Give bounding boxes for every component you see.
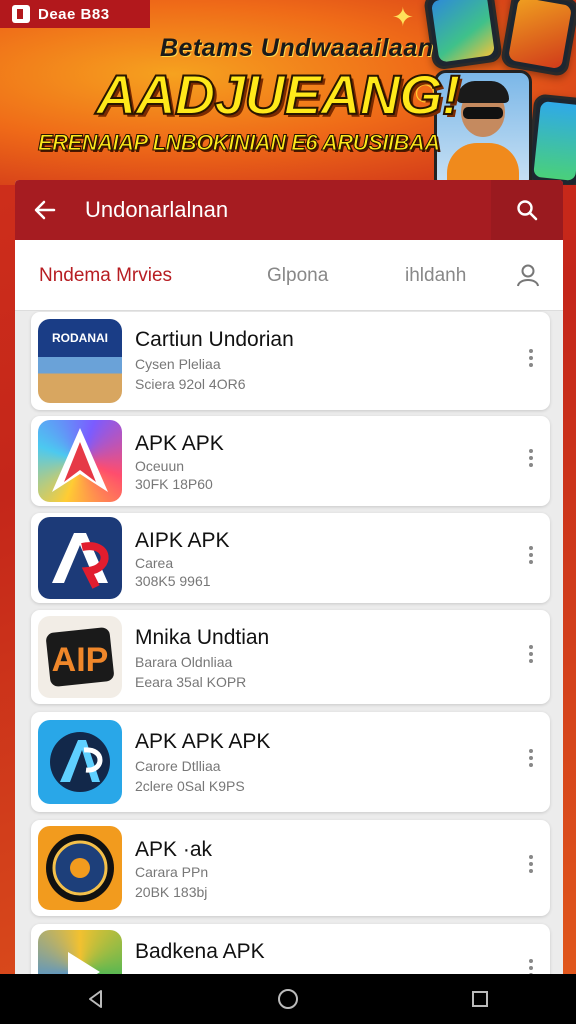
list-item[interactable]: APK ·ak Carara PPn 20BK 183bj: [31, 820, 550, 916]
app-meta: 308K5 9961: [135, 573, 211, 589]
phone-illustration: [525, 93, 576, 185]
more-options-icon[interactable]: [522, 543, 540, 573]
nav-back-button[interactable]: [71, 974, 121, 1024]
search-icon: [517, 200, 538, 221]
banner-headline: AADJUEANG!: [95, 62, 461, 127]
app-meta: Carara PPn: [135, 864, 209, 880]
more-options-icon[interactable]: [522, 346, 540, 376]
app-meta: 20BK 183bj: [135, 884, 208, 900]
app-name: Badkena APK: [135, 940, 265, 963]
app-meta: Carore Dtlliaa: [135, 758, 221, 774]
list-item[interactable]: AIP Mnika Undtian Barara Oldnliaa Eeara …: [31, 610, 550, 704]
app-logo-icon: [12, 5, 30, 23]
app-icon-text: AIP: [52, 641, 109, 679]
square-recents-icon: [472, 991, 488, 1007]
app-icon: [38, 720, 122, 804]
app-meta: Oceuun: [135, 458, 185, 474]
list-item[interactable]: AIPK APK Carea 308K5 9961: [31, 513, 550, 603]
app-name: Mnika Undtian: [135, 626, 270, 649]
banner-subtitle: Betams Undwaaailaan: [160, 34, 434, 62]
back-button[interactable]: [15, 180, 75, 240]
app-meta: Cysen Pleliaa: [135, 356, 221, 372]
app-window: Undonarlalnan Nndema Mrvies Glpona ihlda…: [15, 180, 563, 980]
app-meta: 2clere 0Sal K9PS: [135, 778, 245, 794]
triangle-back-icon: [89, 990, 102, 1008]
list-item[interactable]: APK APK APK Carore Dtlliaa 2clere 0Sal K…: [31, 712, 550, 812]
system-navigation-bar: [0, 974, 576, 1024]
list-item[interactable]: RODANAI Cartiun Undorian Cysen Pleliaa S…: [31, 312, 550, 410]
page-title: Undonarlalnan: [85, 197, 229, 222]
more-options-icon[interactable]: [522, 852, 540, 882]
list-item[interactable]: APK APK Oceuun 30FK 18P60: [31, 416, 550, 506]
app-meta: Barara Oldnliaa: [135, 654, 233, 670]
phone-illustration: [423, 0, 503, 71]
app-name: APK APK: [135, 432, 224, 455]
app-name: APK APK APK: [135, 730, 271, 753]
status-text: Deae B83: [38, 5, 110, 23]
profile-icon[interactable]: [515, 262, 541, 288]
app-icon: [38, 517, 122, 599]
app-bar: Undonarlalnan: [15, 180, 563, 240]
tab-third[interactable]: ihldanh: [405, 265, 466, 287]
app-icon-text: RODANAI: [52, 331, 108, 345]
search-button[interactable]: [491, 180, 563, 240]
tab-bar: Nndema Mrvies Glpona ihldanh: [15, 240, 563, 311]
app-icon: [38, 420, 122, 502]
nav-recents-button[interactable]: [455, 974, 505, 1024]
app-meta: 30FK 18P60: [135, 476, 213, 492]
app-meta: Eeara 35al KOPR: [135, 674, 247, 690]
list-item[interactable]: Badkena APK: [31, 924, 550, 980]
promo-banner[interactable]: Deae B83 ✦ ≋ ▮ ✦ ◯ Betams Undwaaailaan A…: [0, 0, 576, 185]
more-options-icon[interactable]: [522, 746, 540, 776]
app-icon: RODANAI: [38, 319, 122, 403]
app-icon: AIP: [38, 616, 122, 698]
status-bar: Deae B83: [0, 0, 150, 28]
arrow-left-icon: [34, 200, 56, 220]
sparkle-icon: ✦: [392, 2, 414, 32]
banner-tagline: ERENAIAP LNBOKINIAN E6 ARUSIIBAA: [38, 130, 441, 156]
phone-illustration: [499, 0, 576, 78]
circle-home-icon: [278, 989, 298, 1009]
more-options-icon[interactable]: [522, 446, 540, 476]
nav-home-button[interactable]: [263, 974, 313, 1024]
more-options-icon[interactable]: [522, 642, 540, 672]
app-icon: [38, 826, 122, 910]
app-name: AIPK APK: [135, 529, 230, 552]
app-icon: [38, 930, 122, 980]
app-name: APK ·ak: [135, 838, 213, 861]
app-meta: Sciera 92ol 4OR6: [135, 376, 246, 392]
app-name: Cartiun Undorian: [135, 328, 294, 351]
tab-second[interactable]: Glpona: [267, 265, 328, 287]
app-meta: Carea: [135, 555, 174, 571]
tab-movies[interactable]: Nndema Mrvies: [39, 265, 172, 287]
